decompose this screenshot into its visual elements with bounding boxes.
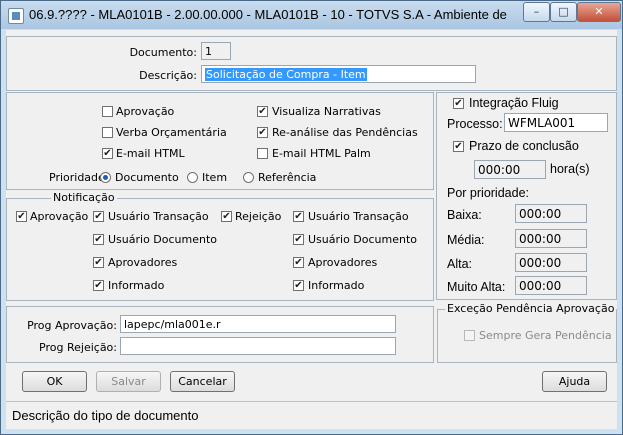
visualiza-narrativas-checkbox[interactable]: ✔ — [257, 106, 268, 117]
prog-aprovacao-label: Prog Aprovação: — [27, 319, 117, 332]
minimize-icon: – — [533, 5, 540, 18]
rej-usuario-transacao-checkbox[interactable]: ✔ — [293, 211, 304, 222]
email-html-label: E-mail HTML — [116, 147, 185, 160]
options-panel: Aprovação Verba Orçamentária ✔ E-mail HT… — [6, 92, 434, 190]
reanalise-pendencias-checkbox[interactable]: ✔ — [257, 127, 268, 138]
salvar-button[interactable]: Salvar — [96, 371, 161, 392]
aprov-informado-label: Informado — [108, 279, 165, 292]
email-html-checkbox[interactable]: ✔ — [102, 148, 113, 159]
integracao-fluig-checkbox[interactable]: ✔ — [453, 98, 464, 109]
prioridade-referencia-label: Referência — [258, 171, 317, 184]
verba-orcamentaria-checkbox[interactable] — [102, 127, 113, 138]
cancelar-button[interactable]: Cancelar — [170, 371, 235, 392]
por-prioridade-label: Por prioridade: — [447, 186, 529, 200]
maximize-button[interactable]: □ — [550, 2, 577, 22]
aprov-usuario-transacao-checkbox[interactable]: ✔ — [93, 211, 104, 222]
title-bar[interactable]: 06.9.???? - MLA0101B - 2.00.00.000 - MLA… — [1, 1, 622, 29]
dialog-client-area: Documento: 1 Descrição: Solicitação de C… — [6, 30, 617, 429]
rej-informado-checkbox[interactable]: ✔ — [293, 280, 304, 291]
ajuda-button[interactable]: Ajuda — [542, 371, 607, 392]
documento-field[interactable]: 1 — [201, 42, 231, 60]
prog-rejeicao-field[interactable] — [120, 337, 396, 355]
excecao-group: Exceção Pendência Aprovação Sempre Gera … — [437, 302, 617, 363]
prioridade-item-radio[interactable] — [187, 172, 198, 183]
status-text: Descrição do tipo de documento — [12, 408, 199, 423]
email-html-palm-label: E-mail HTML Palm — [272, 147, 371, 160]
maximize-icon: □ — [558, 5, 569, 18]
prioridade-documento-radio[interactable] — [100, 172, 111, 183]
notif-rejeicao-label: Rejeição — [235, 210, 282, 223]
processo-field[interactable]: WFMLA001 — [504, 113, 608, 132]
prazo-conclusao-label: Prazo de conclusão — [469, 139, 579, 153]
aprovacao-checkbox[interactable] — [102, 106, 113, 117]
descricao-value: Solicitação de Compra - Item — [205, 68, 367, 81]
rej-aprovadores-label: Aprovadores — [308, 256, 378, 269]
rej-informado-label: Informado — [308, 279, 365, 292]
prioridade-referencia-radio[interactable] — [243, 172, 254, 183]
muito-alta-field[interactable]: 000:00 — [515, 276, 587, 295]
minimize-button[interactable]: – — [523, 2, 550, 22]
prazo-conclusao-field[interactable]: 000:00 — [474, 160, 546, 179]
media-label: Média: — [447, 233, 485, 247]
programs-panel: Prog Aprovação: lapepc/mla001e.r Prog Re… — [6, 306, 434, 363]
close-button[interactable]: ✕ — [577, 2, 621, 22]
prog-aprovacao-field[interactable]: lapepc/mla001e.r — [120, 315, 396, 333]
fluig-panel: ✔ Integração Fluig Processo: WFMLA001 ✔ … — [436, 92, 617, 300]
alta-label: Alta: — [447, 257, 473, 271]
verba-orcamentaria-label: Verba Orçamentária — [116, 126, 227, 139]
descricao-field[interactable]: Solicitação de Compra - Item — [201, 65, 476, 83]
notif-rejeicao-checkbox[interactable]: ✔ — [221, 211, 232, 222]
alta-field[interactable]: 000:00 — [515, 253, 587, 272]
processo-label: Processo: — [447, 117, 503, 131]
baixa-field[interactable]: 000:00 — [515, 204, 587, 223]
rej-usuario-documento-checkbox[interactable]: ✔ — [293, 234, 304, 245]
aprov-informado-checkbox[interactable]: ✔ — [93, 280, 104, 291]
prioridade-item-label: Item — [202, 171, 228, 184]
notif-aprovacao-label: Aprovação — [30, 210, 89, 223]
notificacao-legend: Notificação — [51, 191, 117, 204]
descricao-label: Descrição: — [139, 69, 197, 82]
window-title: 06.9.???? - MLA0101B - 2.00.00.000 - MLA… — [29, 7, 509, 22]
aprov-aprovadores-checkbox[interactable]: ✔ — [93, 257, 104, 268]
prog-rejeicao-label: Prog Rejeição: — [39, 341, 117, 354]
aprovacao-label: Aprovação — [116, 105, 175, 118]
baixa-label: Baixa: — [447, 208, 482, 222]
aprov-usuario-documento-label: Usuário Documento — [108, 233, 218, 246]
app-icon — [8, 8, 24, 24]
header-panel: Documento: 1 Descrição: Solicitação de C… — [6, 36, 617, 91]
email-html-palm-checkbox[interactable] — [257, 148, 268, 159]
status-bar: Descrição do tipo de documento — [6, 401, 617, 429]
rej-usuario-transacao-label: Usuário Transação — [308, 210, 409, 223]
rej-aprovadores-checkbox[interactable]: ✔ — [293, 257, 304, 268]
prazo-conclusao-checkbox[interactable]: ✔ — [453, 141, 464, 152]
documento-label: Documento: — [129, 46, 197, 59]
visualiza-narrativas-label: Visualiza Narrativas — [272, 105, 381, 118]
sempre-gera-pendencia-checkbox[interactable] — [464, 330, 475, 341]
rej-usuario-documento-label: Usuário Documento — [308, 233, 418, 246]
notif-aprovacao-checkbox[interactable]: ✔ — [16, 211, 27, 222]
sempre-gera-pendencia-label: Sempre Gera Pendência — [479, 329, 612, 342]
media-field[interactable]: 000:00 — [515, 229, 587, 248]
integracao-fluig-label: Integração Fluig — [469, 96, 559, 110]
close-icon: ✕ — [594, 5, 604, 18]
ok-button[interactable]: OK — [22, 371, 87, 392]
application-window: 06.9.???? - MLA0101B - 2.00.00.000 - MLA… — [0, 0, 623, 435]
prioridade-documento-label: Documento — [115, 171, 179, 184]
notificacao-group: Notificação ✔ Aprovação ✔ Usuário Transa… — [6, 191, 434, 301]
prazo-unit-label: hora(s) — [550, 162, 590, 176]
reanalise-pendencias-label: Re-análise das Pendências — [272, 126, 418, 139]
aprov-usuario-transacao-label: Usuário Transação — [108, 210, 209, 223]
muito-alta-label: Muito Alta: — [447, 280, 506, 294]
aprov-usuario-documento-checkbox[interactable]: ✔ — [93, 234, 104, 245]
excecao-legend: Exceção Pendência Aprovação — [445, 302, 617, 315]
aprov-aprovadores-label: Aprovadores — [108, 256, 178, 269]
